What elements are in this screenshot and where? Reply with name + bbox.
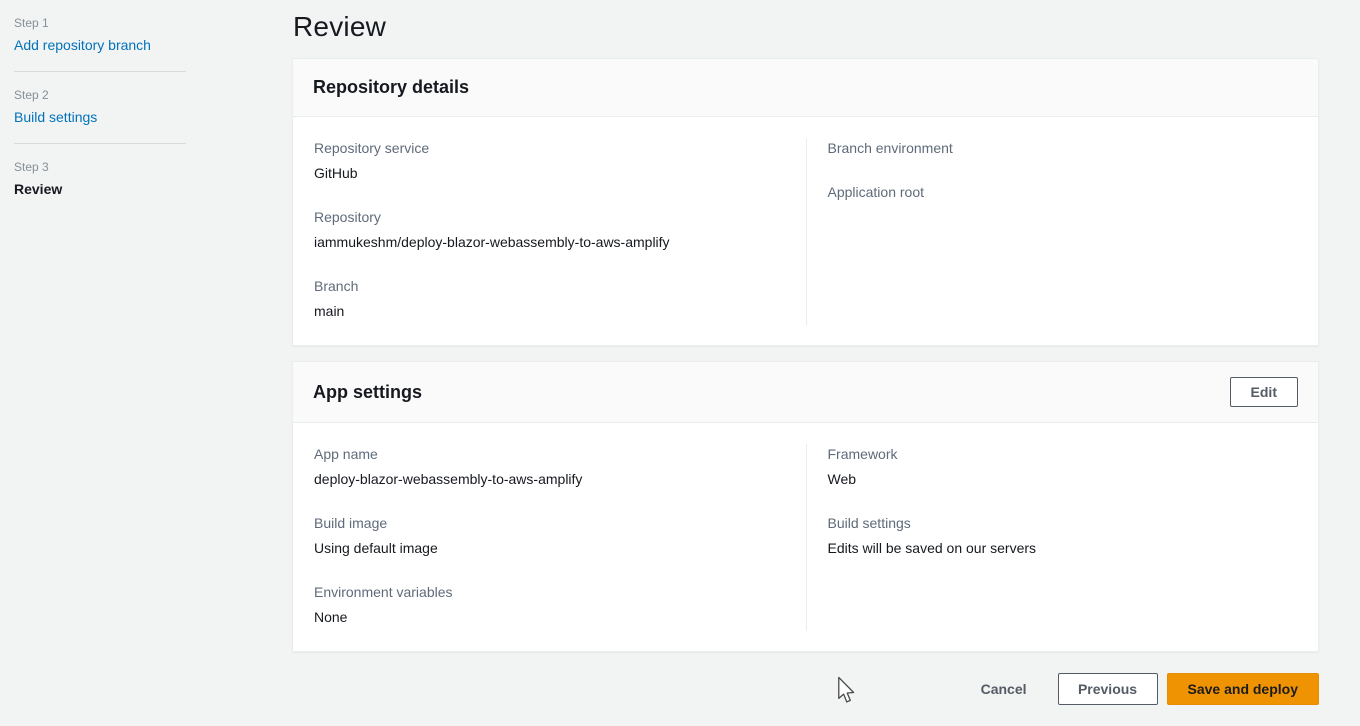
app-settings-header: App settings Edit (293, 362, 1318, 423)
field-value: main (314, 301, 785, 321)
sidebar-item-add-repository-branch[interactable]: Add repository branch (14, 37, 274, 53)
edit-button[interactable]: Edit (1230, 377, 1298, 407)
app-settings-body: App name deploy-blazor-webassembly-to-aw… (293, 423, 1318, 651)
app-settings-right-column: Framework Web Build settings Edits will … (806, 444, 1319, 631)
field-label: Branch environment (828, 138, 1298, 158)
field-branch-environment: Branch environment (828, 138, 1298, 158)
wizard-steps-nav: Step 1 Add repository branch Step 2 Buil… (14, 16, 274, 197)
field-label: Branch (314, 276, 785, 296)
page-title: Review (293, 11, 1319, 43)
cancel-button[interactable]: Cancel (981, 681, 1027, 697)
field-label: Environment variables (314, 582, 785, 602)
field-build-settings: Build settings Edits will be saved on ou… (828, 513, 1298, 558)
app-settings-title: App settings (313, 382, 422, 403)
field-branch: Branch main (314, 276, 785, 321)
field-value: None (314, 607, 785, 627)
field-value: Edits will be saved on our servers (828, 538, 1298, 558)
repository-details-header: Repository details (293, 59, 1318, 117)
field-repository: Repository iammukeshm/deploy-blazor-weba… (314, 207, 785, 252)
wizard-footer-actions: Cancel Previous Save and deploy (292, 673, 1319, 705)
step-1-number: Step 1 (14, 16, 274, 30)
field-label: App name (314, 444, 785, 464)
repository-details-card: Repository details Repository service Gi… (292, 58, 1319, 346)
field-application-root: Application root (828, 182, 1298, 202)
app-settings-card: App settings Edit App name deploy-blazor… (292, 361, 1319, 652)
field-repository-service: Repository service GitHub (314, 138, 785, 183)
field-label: Repository (314, 207, 785, 227)
repository-details-title: Repository details (313, 77, 469, 98)
repository-details-left-column: Repository service GitHub Repository iam… (293, 138, 806, 325)
step-2-number: Step 2 (14, 88, 274, 102)
step-divider (14, 143, 186, 144)
field-framework: Framework Web (828, 444, 1298, 489)
sidebar-item-review-current: Review (14, 181, 274, 197)
save-and-deploy-button[interactable]: Save and deploy (1167, 673, 1319, 705)
field-environment-variables: Environment variables None (314, 582, 785, 627)
field-label: Build settings (828, 513, 1298, 533)
repository-details-right-column: Branch environment Application root (806, 138, 1319, 325)
field-label: Repository service (314, 138, 785, 158)
field-value: Web (828, 469, 1298, 489)
previous-button[interactable]: Previous (1058, 673, 1158, 705)
sidebar-item-build-settings[interactable]: Build settings (14, 109, 274, 125)
field-value: GitHub (314, 163, 785, 183)
main-content: Review Repository details Repository ser… (292, 0, 1319, 705)
repository-details-body: Repository service GitHub Repository iam… (293, 117, 1318, 345)
field-build-image: Build image Using default image (314, 513, 785, 558)
app-settings-left-column: App name deploy-blazor-webassembly-to-aw… (293, 444, 806, 631)
field-value: deploy-blazor-webassembly-to-aws-amplify (314, 469, 785, 489)
field-label: Build image (314, 513, 785, 533)
step-3-number: Step 3 (14, 160, 274, 174)
field-label: Application root (828, 182, 1298, 202)
step-divider (14, 71, 186, 72)
field-value: Using default image (314, 538, 785, 558)
field-app-name: App name deploy-blazor-webassembly-to-aw… (314, 444, 785, 489)
field-value: iammukeshm/deploy-blazor-webassembly-to-… (314, 232, 785, 252)
field-label: Framework (828, 444, 1298, 464)
